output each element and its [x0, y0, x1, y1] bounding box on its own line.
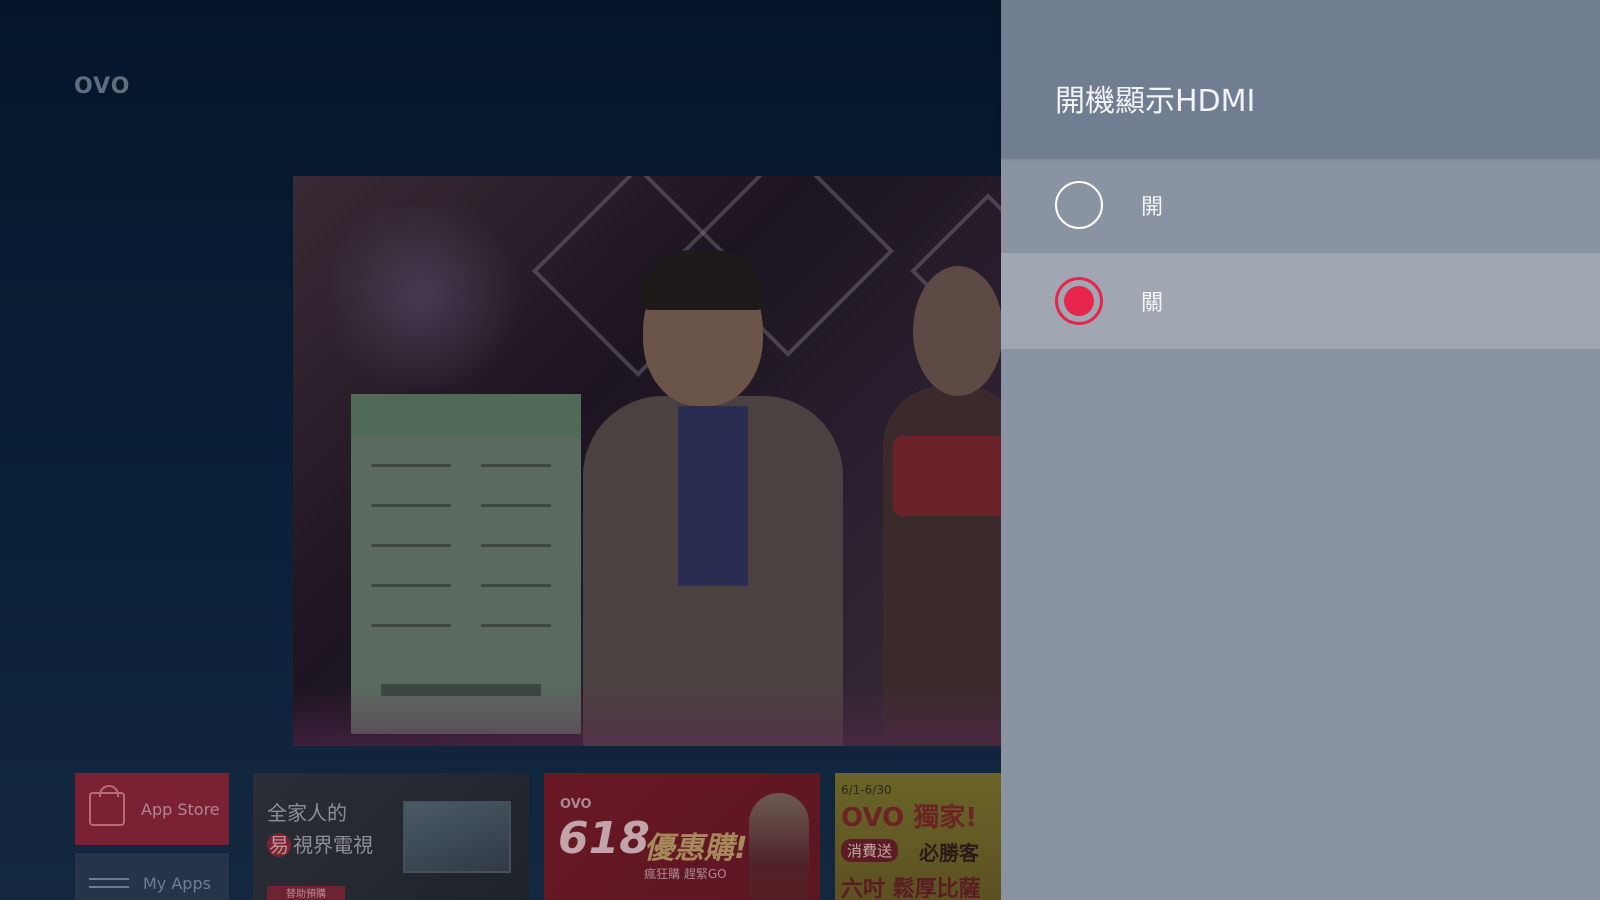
promo-brand: OVO	[560, 797, 592, 812]
promo-headline: 優惠購!	[644, 831, 748, 866]
my-apps-label: My Apps	[143, 873, 211, 893]
host-figure	[583, 250, 843, 746]
my-apps-tile[interactable]: My Apps	[75, 853, 229, 900]
option-label: 開	[1141, 195, 1164, 220]
guest-figure	[883, 266, 1001, 746]
promo-badge: 易	[267, 833, 291, 857]
quiz-board	[351, 394, 581, 734]
promo-dates: 6/1-6/30	[841, 783, 892, 797]
app-store-tile[interactable]: App Store	[75, 773, 229, 845]
promo-tile-618[interactable]: OVO 618 優惠購! 瘋狂購 趕緊GO	[544, 773, 820, 900]
promo-brand: 必勝客	[919, 841, 979, 865]
radio-checked-icon[interactable]	[1055, 277, 1103, 325]
panel-title: 開機顯示HDMI	[1055, 84, 1256, 119]
settings-panel: 開機顯示HDMI 開 關	[1001, 0, 1600, 900]
promo-cta: 替助預購	[267, 886, 345, 900]
promo-subline: 瘋狂購 趕緊GO	[644, 867, 727, 881]
ovo-logo: OVO	[74, 74, 131, 99]
model-image	[749, 793, 809, 900]
option-off[interactable]: 關	[1001, 253, 1600, 349]
promo-tile-exclusive[interactable]: 6/1-6/30 OVO 獨家! 消費送 必勝客 六吋 鬆厚比薩	[835, 773, 1005, 900]
show-logo-glow	[313, 206, 533, 386]
shopping-bag-icon	[89, 785, 125, 826]
promo-line: 全家人的	[267, 801, 347, 825]
promo-line: 視界電視	[293, 833, 373, 857]
screen: OVO App Store My Apps 全家人的 易 視界電視 替助預購 O…	[0, 0, 1600, 900]
option-label: 關	[1141, 291, 1164, 316]
option-on[interactable]: 開	[1001, 157, 1600, 253]
promo-number: 618	[558, 813, 650, 864]
promo-pill: 消費送	[841, 839, 899, 862]
promo-headline: OVO 獨家!	[841, 803, 978, 833]
promo-line: 易視界電視	[267, 829, 373, 858]
promo-subline: 六吋 鬆厚比薩	[841, 877, 981, 900]
panel-header: 開機顯示HDMI	[1001, 0, 1600, 157]
radio-unchecked-icon[interactable]	[1055, 181, 1103, 229]
tv-image	[403, 801, 511, 873]
list-icon	[89, 872, 129, 894]
app-store-label: App Store	[141, 799, 220, 819]
promo-tile-tv[interactable]: 全家人的 易視界電視 替助預購	[253, 773, 529, 900]
live-tv-preview[interactable]	[293, 176, 1001, 746]
